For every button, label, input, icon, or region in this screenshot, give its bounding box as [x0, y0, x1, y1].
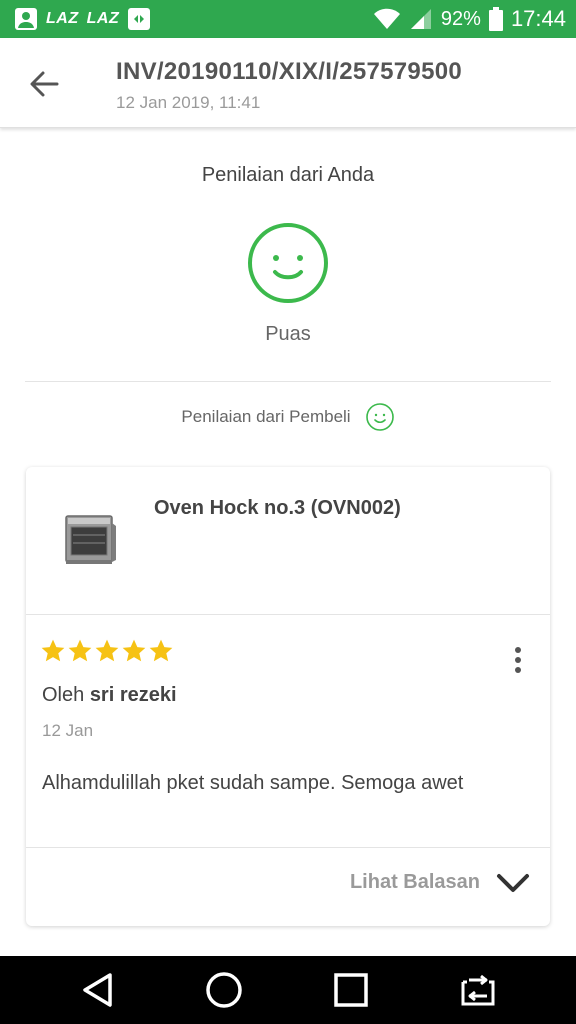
nav-recents-button[interactable] [329, 970, 373, 1010]
switch-app-icon [461, 974, 495, 1006]
more-options-button[interactable] [504, 643, 532, 677]
nav-back-button[interactable] [76, 970, 120, 1010]
back-button[interactable] [24, 66, 64, 102]
account-icon [14, 6, 38, 32]
buyer-rating-label: Penilaian dari Pembeli [181, 407, 351, 426]
star-rating [40, 638, 174, 664]
recents-square-icon [334, 973, 368, 1007]
smiley-icon [248, 223, 328, 303]
your-rating-heading: Penilaian dari Anda [201, 164, 375, 186]
buyer-rating-row: Penilaian dari Pembeli [0, 402, 576, 432]
status-bar: LAZ LAZ 92% 17:44 [0, 0, 576, 38]
star-icon [149, 639, 173, 662]
wifi-icon [373, 6, 401, 32]
divider [26, 847, 550, 848]
signal-icon [409, 6, 433, 32]
star-icon [68, 639, 92, 662]
star-icon [41, 639, 65, 662]
photo-app-icon [127, 6, 151, 32]
see-reply-label: Lihat Balasan [349, 871, 480, 893]
nav-home-button[interactable] [202, 970, 246, 1010]
back-triangle-icon [83, 973, 112, 1007]
review-text: Alhamdulillah pket sudah sampe. Semoga a… [42, 772, 464, 794]
rating-value: Puas [265, 323, 311, 345]
arrow-left-icon [30, 71, 59, 97]
nav-switch-app-button[interactable] [456, 970, 500, 1010]
invoice-date: 12 Jan 2019, 11:41 [116, 93, 261, 112]
product-name[interactable]: Oven Hock no.3 (OVN002) [154, 497, 401, 520]
home-circle-icon [206, 972, 242, 1008]
app-bar: INV/20190110/XIX/I/257579500 12 Jan 2019… [0, 38, 576, 128]
divider [25, 381, 551, 382]
battery-percent: 92% [440, 7, 481, 30]
battery-icon [488, 6, 503, 32]
smiley-icon [365, 403, 394, 431]
navigation-bar [0, 956, 576, 1024]
divider [26, 614, 550, 615]
by-prefix: Oleh [42, 684, 85, 706]
review-card: Oven Hock no.3 (OVN002) Oleh sri rezeki … [26, 467, 550, 926]
star-icon [122, 639, 146, 662]
clock: 17:44 [510, 6, 566, 31]
reviewer-name: sri rezeki [89, 684, 177, 706]
star-icon [95, 639, 119, 662]
see-reply-button[interactable]: Lihat Balasan [350, 871, 530, 894]
product-image[interactable] [62, 513, 118, 567]
review-date: 12 Jan [42, 721, 94, 740]
more-vert-icon [515, 647, 521, 653]
invoice-number: INV/20190110/XIX/I/257579500 [116, 58, 463, 85]
laz-icon: LAZ [46, 10, 79, 27]
laz-icon: LAZ [86, 10, 120, 27]
chevron-down-icon [497, 873, 529, 892]
reviewer-line: Oleh sri rezeki [42, 684, 177, 707]
